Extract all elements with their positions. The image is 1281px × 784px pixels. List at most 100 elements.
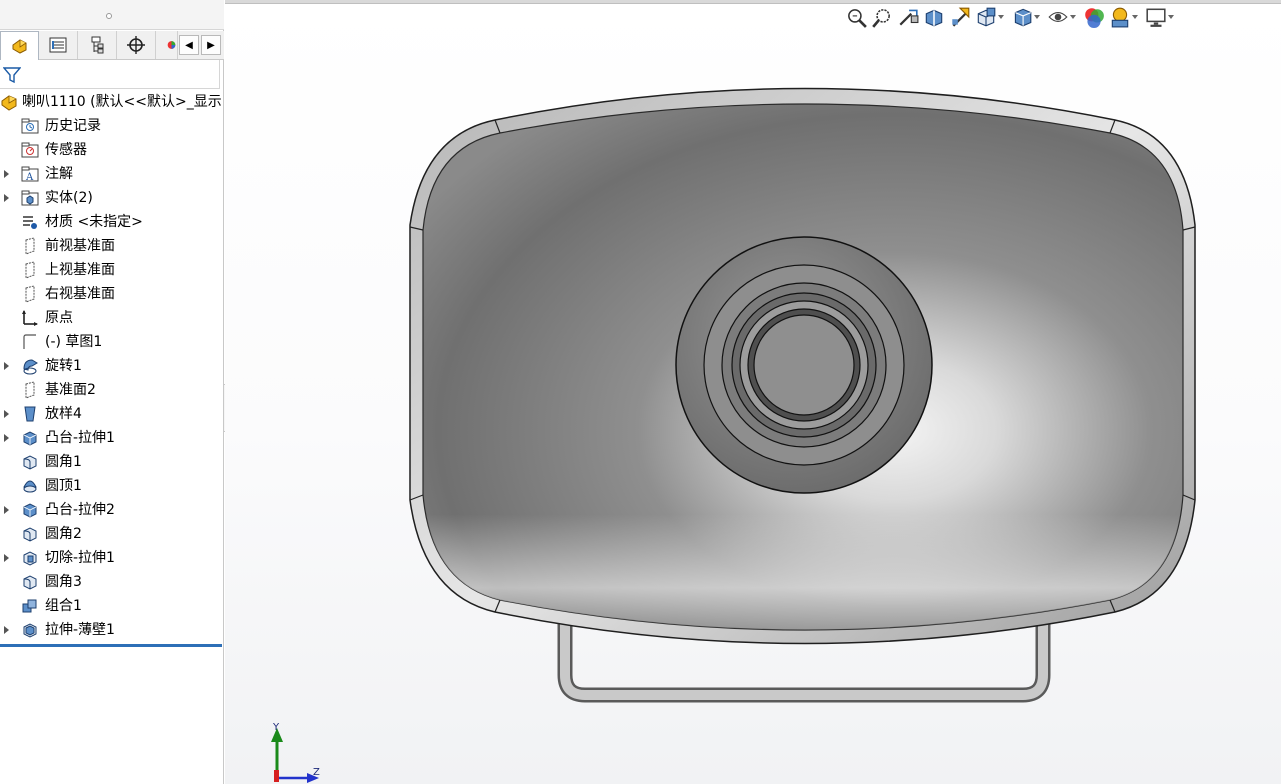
tree-item[interactable]: 凸台-拉伸1	[0, 426, 224, 450]
view-settings-icon[interactable]	[1145, 6, 1167, 28]
tree-item[interactable]: 旋转1	[0, 354, 224, 378]
sketch-icon	[23, 334, 36, 349]
expand-arrow-icon[interactable]	[4, 554, 9, 562]
expand-arrow-icon[interactable]	[4, 626, 9, 634]
tree-item-label: 传感器	[45, 142, 87, 158]
fillet-icon	[23, 575, 37, 590]
combine-icon	[22, 599, 37, 613]
configuration-manager-tab[interactable]	[78, 31, 117, 59]
tree-item[interactable]: 传感器	[0, 138, 224, 162]
feature-manager-panel: ◀ ▶ 喇叭1110 (默认<<默认>_显示 历史记录传感器 A 注解实体(2) 材质 …	[0, 0, 224, 784]
view-orientation-triad: Y Z	[265, 720, 335, 784]
tab-scroll-left-button[interactable]: ◀	[179, 35, 199, 55]
zoom-to-fit-icon[interactable]	[845, 6, 867, 28]
tree-item-label: 凸台-拉伸1	[45, 430, 115, 446]
dynamic-annotation-icon[interactable]	[949, 6, 971, 28]
expand-arrow-icon[interactable]	[4, 434, 9, 442]
tree-item[interactable]: 圆角1	[0, 450, 224, 474]
tree-item-label: 圆顶1	[45, 478, 82, 494]
tree-item[interactable]: A 注解	[0, 162, 224, 186]
property-manager-tab[interactable]	[39, 31, 78, 59]
speaker-horn-model[interactable]	[405, 75, 1205, 705]
feature-manager-tab[interactable]	[0, 31, 39, 60]
tree-item[interactable]: 切除-拉伸1	[0, 546, 224, 570]
configuration-manager-icon	[91, 36, 104, 54]
tree-item[interactable]: 圆角2	[0, 522, 224, 546]
tree-item-label: 注解	[45, 166, 73, 182]
tree-item-label: (-) 草图1	[45, 334, 103, 350]
panel-tab-strip: ◀ ▶	[0, 31, 224, 60]
dropdown-caret-icon[interactable]	[1070, 15, 1076, 19]
tree-root-part[interactable]: 喇叭1110 (默认<<默认>_显示	[0, 90, 224, 114]
annotation-folder-icon: A	[21, 166, 39, 183]
hide-show-items-icon[interactable]	[1047, 6, 1069, 28]
driver-port	[753, 314, 855, 416]
material-icon	[23, 216, 37, 229]
tree-item[interactable]: 放样4	[0, 402, 224, 426]
tab-scroll-right-button[interactable]: ▶	[201, 35, 221, 55]
previous-view-icon[interactable]	[897, 6, 919, 28]
grip-dot-icon	[106, 13, 112, 19]
sensor-folder-icon	[21, 142, 39, 158]
cut-extrude-icon	[23, 551, 37, 566]
tree-item[interactable]: 组合1	[0, 594, 224, 618]
display-style-icon[interactable]	[1011, 6, 1033, 28]
plane-icon	[25, 261, 35, 279]
dropdown-caret-icon[interactable]	[1132, 15, 1138, 19]
tree-item-label: 实体(2)	[45, 190, 93, 206]
expand-arrow-icon[interactable]	[4, 506, 9, 514]
tree-item[interactable]: 原点	[0, 306, 224, 330]
feature-tree: 喇叭1110 (默认<<默认>_显示 历史记录传感器 A 注解实体(2) 材质 <未指定…	[0, 90, 224, 642]
tree-item[interactable]: 前视基准面	[0, 234, 224, 258]
dropdown-caret-icon[interactable]	[998, 15, 1004, 19]
tree-item[interactable]: (-) 草图1	[0, 330, 224, 354]
tree-item[interactable]: 右视基准面	[0, 282, 224, 306]
tree-item-label: 材质 <未指定>	[45, 214, 143, 230]
tree-item[interactable]: 圆顶1	[0, 474, 224, 498]
tree-item-label: 原点	[45, 310, 73, 326]
view-orientation-icon[interactable]	[975, 6, 997, 28]
tree-item-label: 拉伸-薄壁1	[45, 622, 115, 638]
part-icon	[1, 95, 17, 111]
tree-item[interactable]: 上视基准面	[0, 258, 224, 282]
tree-item-label: 旋转1	[45, 358, 82, 374]
thin-extrude-icon	[23, 623, 37, 638]
rollback-bar[interactable]	[0, 644, 222, 647]
tree-item-label: 凸台-拉伸2	[45, 502, 115, 518]
boss-extrude-icon	[23, 431, 37, 446]
edit-appearance-icon[interactable]	[1083, 6, 1105, 28]
plane-icon	[25, 285, 35, 303]
graphics-area[interactable]: Y Z	[225, 0, 1281, 784]
tree-item[interactable]: 材质 <未指定>	[0, 210, 224, 234]
display-manager-tab[interactable]	[156, 31, 178, 59]
tree-item[interactable]: 拉伸-薄壁1	[0, 618, 224, 642]
apply-scene-icon[interactable]	[1109, 6, 1131, 28]
zoom-to-area-icon[interactable]	[871, 6, 893, 28]
plane-icon	[25, 237, 35, 255]
dropdown-caret-icon[interactable]	[1168, 15, 1174, 19]
tree-item[interactable]: 基准面2	[0, 378, 224, 402]
tree-item-label: 圆角3	[45, 574, 82, 590]
filter-icon[interactable]	[3, 66, 21, 84]
expand-arrow-icon[interactable]	[4, 170, 9, 178]
viewport-top-border	[225, 0, 1281, 4]
tree-item[interactable]: 圆角3	[0, 570, 224, 594]
tree-item-label: 上视基准面	[45, 262, 115, 278]
loft-icon	[24, 406, 36, 422]
triad-z-label: Z	[313, 767, 320, 778]
dimxpert-manager-tab[interactable]	[117, 31, 156, 59]
tree-item[interactable]: 历史记录	[0, 114, 224, 138]
tree-item[interactable]: 实体(2)	[0, 186, 224, 210]
expand-arrow-icon[interactable]	[4, 410, 9, 418]
panel-grip-bar[interactable]	[0, 0, 224, 30]
dome-icon	[23, 480, 37, 493]
tree-filter-bar[interactable]	[0, 60, 220, 89]
expand-arrow-icon[interactable]	[4, 362, 9, 370]
fillet-icon	[23, 527, 37, 542]
section-view-icon[interactable]	[923, 6, 945, 28]
history-folder-icon	[21, 118, 39, 134]
tree-item[interactable]: 凸台-拉伸2	[0, 498, 224, 522]
svg-text:A: A	[25, 172, 34, 183]
expand-arrow-icon[interactable]	[4, 194, 9, 202]
dropdown-caret-icon[interactable]	[1034, 15, 1040, 19]
